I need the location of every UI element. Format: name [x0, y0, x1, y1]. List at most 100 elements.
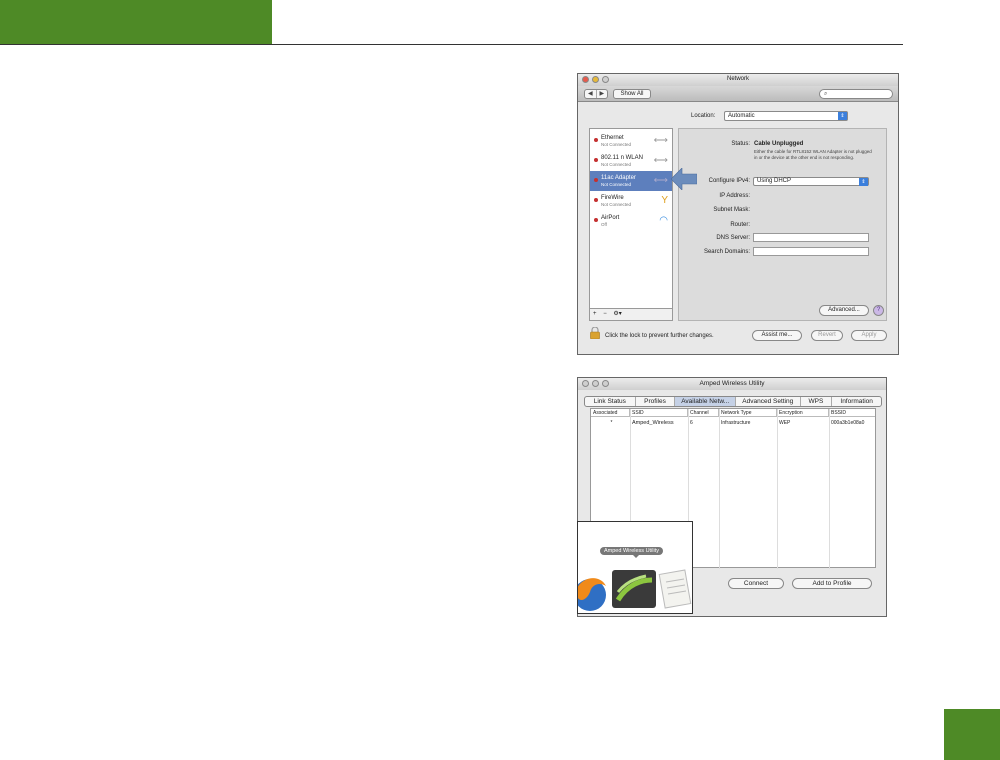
dock-label-pointer — [633, 555, 639, 558]
column-ssid[interactable]: SSID — [630, 409, 688, 417]
toolbar: ◀ ▶ Show All ⌕ — [578, 86, 898, 102]
service-item-ethernet[interactable]: Ethernet Not Connected ⟷ — [590, 131, 672, 151]
show-all-button[interactable]: Show All — [613, 89, 651, 99]
service-item-wlan[interactable]: 802.11 n WLAN Not Connected ⟷ — [590, 151, 672, 171]
cell-associated: * — [610, 420, 613, 426]
page-number-badge — [944, 709, 1000, 760]
tab-bar: Link Status Profiles Available Netw... A… — [584, 396, 882, 407]
status-dot-icon — [594, 198, 598, 202]
textedit-icon[interactable] — [658, 569, 692, 609]
service-status: Not Connected — [601, 142, 632, 147]
gear-icon[interactable]: ⚙▾ — [613, 311, 621, 317]
service-name: AirPort — [601, 215, 620, 221]
firefox-icon[interactable] — [578, 578, 606, 611]
status-dot-icon — [594, 138, 598, 142]
ethernet-icon: ⟷ — [653, 155, 668, 166]
remove-service-button[interactable]: − — [603, 311, 607, 317]
add-to-profile-button[interactable]: Add to Profile — [792, 578, 872, 589]
column-associated[interactable]: Associated — [591, 409, 630, 417]
ip-address-label: IP Address: — [719, 193, 750, 199]
ethernet-icon: ⟷ — [653, 175, 668, 186]
network-preferences-window: Network ◀ ▶ Show All ⌕ Location: Automat… — [577, 73, 899, 355]
service-status: Not Connected — [601, 162, 632, 167]
location-value: Automatic — [728, 113, 755, 119]
tab-link-status[interactable]: Link Status — [585, 397, 636, 406]
lock-icon[interactable] — [589, 327, 601, 339]
service-item-11ac-adapter[interactable]: 11ac Adapter Not Connected ⟷ — [590, 171, 672, 191]
cell-bssid: 000a3b1e08a0 — [831, 420, 865, 426]
column-bssid[interactable]: BSSID — [829, 409, 877, 417]
assist-me-button[interactable]: Assist me... — [752, 330, 802, 341]
amped-wireless-utility-icon[interactable] — [612, 570, 656, 608]
table-header: Associated SSID Channel Network Type Enc… — [591, 409, 875, 417]
status-value: Cable Unplugged — [754, 141, 804, 147]
window-title: Amped Wireless Utility — [699, 380, 765, 387]
column-divider — [777, 409, 778, 569]
status-dot-icon — [594, 158, 598, 162]
service-item-firewire[interactable]: FireWire Not Connected Y — [590, 191, 672, 211]
forward-icon[interactable]: ▶ — [597, 90, 608, 98]
help-button[interactable]: ? — [873, 305, 884, 316]
dock-thumbnail: Amped Wireless Utility — [577, 521, 693, 614]
cell-ssid: Amped_Wireless — [632, 420, 674, 426]
search-input[interactable]: ⌕ — [819, 89, 893, 99]
status-label: Status: — [731, 141, 750, 147]
apply-button[interactable]: Apply — [851, 330, 887, 341]
firewire-icon: Y — [661, 195, 668, 206]
dock-icons — [578, 569, 692, 611]
add-service-button[interactable]: + — [593, 311, 597, 317]
configure-ipv4-select[interactable]: Using DHCP ⇕ — [753, 177, 869, 186]
service-name: 802.11 n WLAN — [601, 155, 643, 161]
service-name: Ethernet — [601, 135, 624, 141]
tab-profiles[interactable]: Profiles — [636, 397, 676, 406]
status-note: Either the cable for RTL8152 WLAN Adapte… — [754, 149, 872, 160]
dns-server-field[interactable] — [753, 233, 869, 242]
router-label: Router: — [730, 222, 750, 228]
service-name: FireWire — [601, 195, 624, 201]
dock-app-label: Amped Wireless Utility — [600, 547, 664, 555]
select-arrow-icon: ⇕ — [838, 112, 847, 120]
service-item-airport[interactable]: AirPort Off ◠ — [590, 211, 672, 231]
lock-text: Click the lock to prevent further change… — [605, 333, 714, 339]
configure-ipv4-label: Configure IPv4: — [708, 178, 750, 184]
cell-encryption: WEP — [779, 420, 791, 426]
title-bar: Amped Wireless Utility — [578, 378, 886, 390]
service-list-controls: + − ⚙▾ — [589, 308, 673, 321]
column-encryption[interactable]: Encryption — [777, 409, 829, 417]
header-green-tab — [0, 0, 272, 44]
location-label: Location: — [691, 113, 716, 119]
tab-available-networks[interactable]: Available Netw... — [675, 397, 736, 406]
location-select[interactable]: Automatic ⇕ — [724, 111, 848, 121]
column-divider — [719, 409, 720, 569]
search-icon: ⌕ — [824, 91, 828, 97]
service-name: 11ac Adapter — [601, 175, 636, 181]
cell-network-type: Infrastructure — [721, 420, 751, 426]
service-status: Off — [601, 222, 607, 227]
connect-button[interactable]: Connect — [728, 578, 784, 589]
tab-wps[interactable]: WPS — [801, 397, 833, 406]
header-rule — [0, 44, 903, 45]
column-divider — [829, 409, 830, 569]
service-list: Ethernet Not Connected ⟷ 802.11 n WLAN N… — [589, 128, 673, 321]
back-icon[interactable]: ◀ — [585, 90, 597, 98]
window-title: Network — [726, 76, 749, 82]
search-domains-field[interactable] — [753, 247, 869, 256]
dns-server-label: DNS Server: — [716, 235, 750, 241]
advanced-button[interactable]: Advanced... — [819, 305, 869, 316]
title-bar: Network — [578, 74, 898, 86]
tab-information[interactable]: Information — [832, 397, 881, 406]
search-domains-label: Search Domains: — [703, 249, 750, 255]
select-arrow-icon: ⇕ — [859, 178, 868, 186]
subnet-mask-label: Subnet Mask: — [713, 207, 750, 213]
column-channel[interactable]: Channel — [688, 409, 719, 417]
column-network-type[interactable]: Network Type — [719, 409, 777, 417]
status-dot-icon — [594, 218, 598, 222]
configure-ipv4-value: Using DHCP — [757, 178, 792, 184]
revert-button[interactable]: Revert — [811, 330, 843, 341]
back-forward-buttons[interactable]: ◀ ▶ — [584, 89, 608, 99]
cell-channel: 6 — [690, 420, 693, 426]
status-dot-icon — [594, 178, 598, 182]
tab-advanced-setting[interactable]: Advanced Setting — [736, 397, 801, 406]
ethernet-icon: ⟷ — [653, 135, 668, 146]
wifi-icon: ◠ — [659, 215, 668, 226]
